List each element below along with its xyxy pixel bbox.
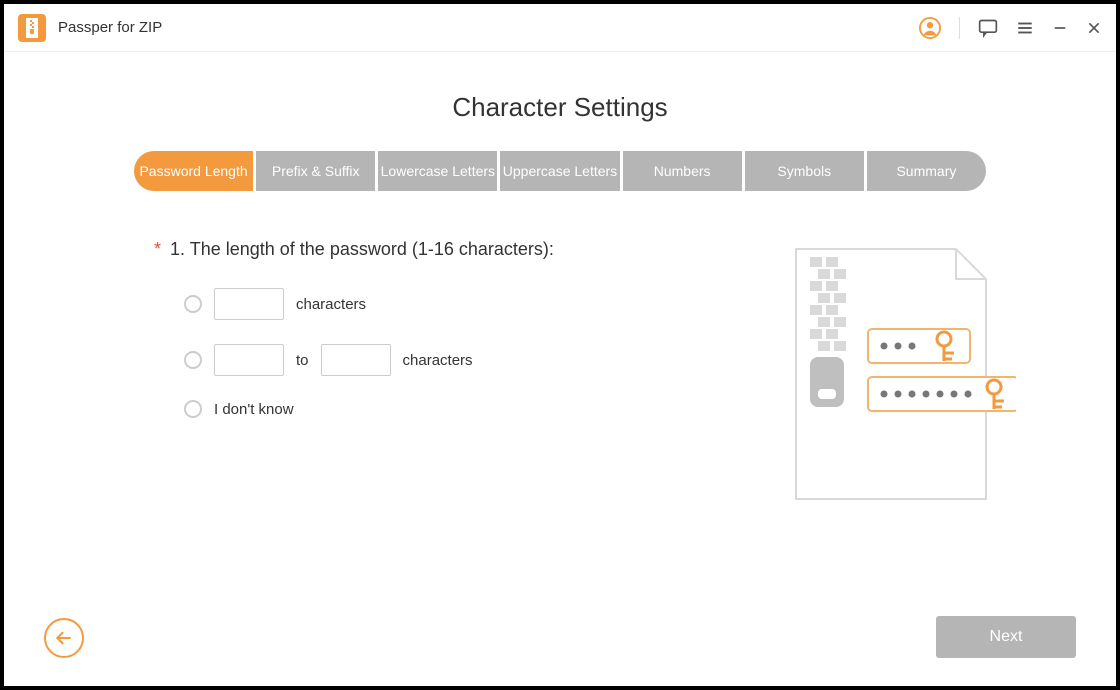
- tab-symbols[interactable]: Symbols: [745, 151, 864, 191]
- app-icon: [18, 14, 46, 42]
- radio-exact[interactable]: [184, 295, 202, 313]
- content-area: Character Settings Password Length Prefi…: [4, 52, 1116, 686]
- radio-unknown[interactable]: [184, 400, 202, 418]
- page-title: Character Settings: [64, 92, 1056, 123]
- option-exact-length: characters: [184, 288, 776, 320]
- range-middle: to: [296, 352, 309, 369]
- question-label: * 1. The length of the password (1-16 ch…: [154, 239, 776, 260]
- titlebar-controls: [919, 17, 1102, 39]
- range-to-input[interactable]: [321, 344, 391, 376]
- titlebar-divider: [959, 17, 960, 39]
- range-from-input[interactable]: [214, 344, 284, 376]
- option-unknown: I don't know: [184, 400, 776, 418]
- unknown-label: I don't know: [214, 401, 294, 418]
- back-button[interactable]: [44, 618, 84, 658]
- radio-range[interactable]: [184, 351, 202, 369]
- form-area: * 1. The length of the password (1-16 ch…: [64, 239, 776, 514]
- account-icon[interactable]: [919, 17, 941, 39]
- zip-illustration: [776, 239, 1016, 514]
- tab-summary[interactable]: Summary: [867, 151, 986, 191]
- exact-suffix: characters: [296, 296, 366, 313]
- exact-length-input[interactable]: [214, 288, 284, 320]
- close-button[interactable]: [1086, 20, 1102, 36]
- range-suffix: characters: [403, 352, 473, 369]
- tab-lowercase[interactable]: Lowercase Letters: [378, 151, 497, 191]
- question-text: 1. The length of the password (1-16 char…: [170, 239, 554, 259]
- minimize-button[interactable]: [1052, 20, 1068, 36]
- required-asterisk: *: [154, 239, 161, 259]
- tab-numbers[interactable]: Numbers: [623, 151, 742, 191]
- menu-icon[interactable]: [1016, 19, 1034, 37]
- step-tabs: Password Length Prefix & Suffix Lowercas…: [134, 151, 986, 191]
- titlebar: Passper for ZIP: [4, 4, 1116, 52]
- tab-password-length[interactable]: Password Length: [134, 151, 253, 191]
- tab-uppercase[interactable]: Uppercase Letters: [500, 151, 619, 191]
- tab-prefix-suffix[interactable]: Prefix & Suffix: [256, 151, 375, 191]
- feedback-icon[interactable]: [978, 18, 998, 38]
- next-button[interactable]: Next: [936, 616, 1076, 658]
- app-window: Passper for ZIP Character Settings Pa: [4, 4, 1116, 686]
- app-title: Passper for ZIP: [58, 19, 162, 36]
- option-range-length: to characters: [184, 344, 776, 376]
